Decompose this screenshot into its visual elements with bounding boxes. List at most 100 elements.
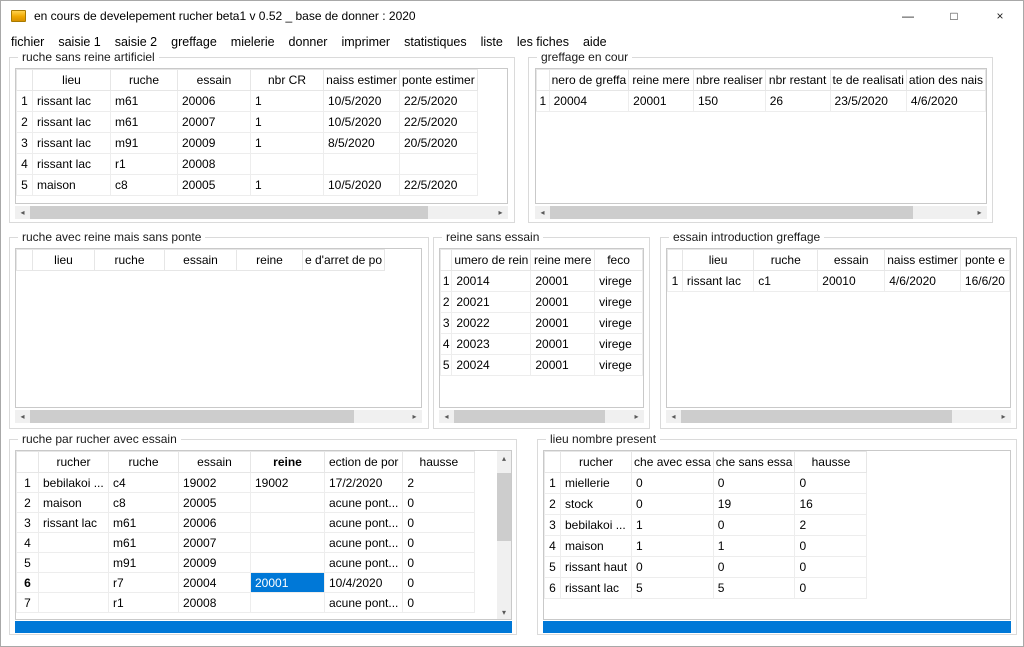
corner-header[interactable]	[545, 452, 561, 473]
column-header[interactable]: che sans essa	[713, 452, 795, 473]
column-header[interactable]: ection de por	[325, 452, 403, 473]
cell[interactable]: 20008	[178, 154, 251, 175]
cell[interactable]: 20001	[531, 334, 595, 355]
cell[interactable]: 20004	[179, 573, 251, 593]
cell[interactable]	[39, 573, 109, 593]
cell[interactable]: 16	[795, 494, 867, 515]
cell[interactable]	[251, 593, 325, 613]
cell[interactable]: 2	[403, 473, 475, 493]
cell[interactable]	[39, 593, 109, 613]
cell[interactable]: 20009	[178, 133, 251, 154]
column-header[interactable]: umero de rein	[452, 250, 531, 271]
cell[interactable]: 20006	[179, 513, 251, 533]
column-header[interactable]: reine	[251, 452, 325, 473]
column-header[interactable]: naiss estimer	[324, 70, 400, 91]
cell[interactable]: virege	[595, 313, 643, 334]
row-header[interactable]: 6	[17, 573, 39, 593]
cell[interactable]: r1	[109, 593, 179, 613]
cell[interactable]: maison	[39, 493, 109, 513]
cell[interactable]: 1	[251, 133, 324, 154]
menu-item-les-fiches[interactable]: les fiches	[510, 33, 576, 51]
cell[interactable]: 0	[713, 557, 795, 578]
column-header[interactable]: rucher	[561, 452, 632, 473]
row-header[interactable]: 2	[17, 112, 33, 133]
cell[interactable]: 17/2/2020	[325, 473, 403, 493]
cell[interactable]: 20001	[531, 313, 595, 334]
cell[interactable]	[251, 553, 325, 573]
cell[interactable]: 10/5/2020	[324, 112, 400, 133]
scroll-right-icon[interactable]: ▸	[996, 410, 1011, 423]
scrollbar-thumb[interactable]	[681, 410, 952, 423]
cell[interactable]: rissant lac	[33, 154, 111, 175]
scrollbar-thumb[interactable]	[454, 410, 605, 423]
cell[interactable]: 0	[632, 473, 714, 494]
cell[interactable]: rissant haut	[561, 557, 632, 578]
cell[interactable]: m91	[109, 553, 179, 573]
corner-header[interactable]	[668, 250, 683, 271]
cell[interactable]: 20001	[531, 271, 595, 292]
cell[interactable]: 20001	[531, 355, 595, 376]
cell[interactable]: 0	[403, 553, 475, 573]
horizontal-scrollbar[interactable]: ◂ ▸	[535, 206, 987, 219]
cell[interactable]: rissant lac	[39, 513, 109, 533]
cell[interactable]: 0	[795, 473, 867, 494]
cell[interactable]: miellerie	[561, 473, 632, 494]
horizontal-scrollbar[interactable]	[543, 621, 1011, 633]
cell[interactable]	[400, 154, 478, 175]
scroll-left-icon[interactable]: ◂	[666, 410, 681, 423]
scroll-down-icon[interactable]: ▾	[497, 605, 511, 619]
cell[interactable]: 20024	[452, 355, 531, 376]
row-header[interactable]: 1	[545, 473, 561, 494]
cell[interactable]: 19	[713, 494, 795, 515]
column-header[interactable]: ponte e	[960, 250, 1009, 271]
menu-item-liste[interactable]: liste	[474, 33, 510, 51]
cell[interactable]: 20/5/2020	[400, 133, 478, 154]
row-header[interactable]: 2	[545, 494, 561, 515]
row-header[interactable]: 6	[545, 578, 561, 599]
cell[interactable]: 20007	[178, 112, 251, 133]
cell[interactable]: 0	[632, 494, 714, 515]
scroll-right-icon[interactable]: ▸	[629, 410, 644, 423]
cell[interactable]: maison	[561, 536, 632, 557]
scroll-left-icon[interactable]: ◂	[439, 410, 454, 423]
cell[interactable]: 1	[713, 536, 795, 557]
cell[interactable]	[324, 154, 400, 175]
row-header[interactable]: 3	[545, 515, 561, 536]
cell[interactable]: 20009	[179, 553, 251, 573]
row-header[interactable]: 4	[545, 536, 561, 557]
cell[interactable]: acune pont...	[325, 493, 403, 513]
cell[interactable]: 20010	[818, 271, 885, 292]
cell[interactable]: 20021	[452, 292, 531, 313]
cell[interactable]: 20001	[251, 573, 325, 593]
cell[interactable]: 20007	[179, 533, 251, 553]
column-header[interactable]: hausse	[795, 452, 867, 473]
row-header[interactable]: 5	[17, 553, 39, 573]
cell[interactable]: c1	[754, 271, 818, 292]
cell[interactable]: m91	[111, 133, 178, 154]
menu-item-saisie-2[interactable]: saisie 2	[108, 33, 164, 51]
row-header[interactable]: 1	[441, 271, 452, 292]
column-header[interactable]: essain	[178, 70, 251, 91]
scrollbar-track[interactable]	[30, 410, 407, 423]
cell[interactable]: 20001	[629, 91, 694, 112]
column-header[interactable]: hausse	[403, 452, 475, 473]
row-header[interactable]: 3	[441, 313, 452, 334]
cell[interactable]: 1	[632, 515, 714, 536]
column-header[interactable]: nbr restant	[765, 70, 830, 91]
cell[interactable]: c8	[109, 493, 179, 513]
cell[interactable]: 0	[632, 557, 714, 578]
column-header[interactable]: essain	[179, 452, 251, 473]
cell[interactable]: 20023	[452, 334, 531, 355]
cell[interactable]: 26	[765, 91, 830, 112]
scrollbar-track[interactable]	[454, 410, 629, 423]
menu-item-imprimer[interactable]: imprimer	[334, 33, 397, 51]
cell[interactable]: virege	[595, 292, 643, 313]
row-header[interactable]: 2	[441, 292, 452, 313]
scrollbar-track[interactable]	[30, 206, 493, 219]
scrollbar-thumb[interactable]	[30, 410, 354, 423]
cell[interactable]: 5	[632, 578, 714, 599]
row-header[interactable]: 1	[17, 91, 33, 112]
column-header[interactable]: te de realisati	[830, 70, 906, 91]
cell[interactable]: maison	[33, 175, 111, 196]
column-header[interactable]: nbr CR	[251, 70, 324, 91]
